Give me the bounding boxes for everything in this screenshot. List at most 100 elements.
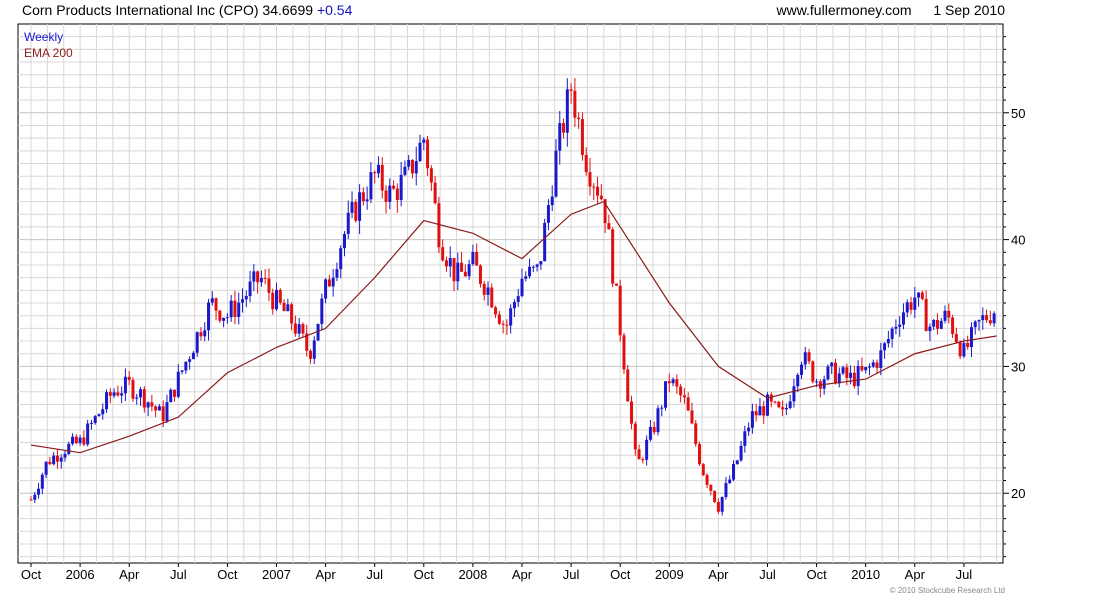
candle-body <box>947 310 951 318</box>
candle-body <box>728 479 732 484</box>
candle-body <box>33 494 37 500</box>
candle-body <box>667 381 671 384</box>
candle-body <box>278 289 282 303</box>
candle-body <box>943 310 947 321</box>
candle-body <box>108 392 112 396</box>
candle-body <box>826 366 830 380</box>
candle-body <box>626 369 630 402</box>
candle-body <box>509 308 513 326</box>
candle-body <box>290 304 294 324</box>
candle-body <box>433 182 437 204</box>
candle-body <box>596 186 600 196</box>
candle-body <box>977 320 981 322</box>
candle-body <box>920 292 924 299</box>
x-tick-label: Apr <box>905 567 926 582</box>
candle-body <box>358 192 362 221</box>
candle-body <box>78 437 82 444</box>
candle-body <box>845 367 849 378</box>
candle-body <box>917 292 921 298</box>
candle-body <box>539 261 543 265</box>
candle-body <box>63 453 67 458</box>
candle-body <box>259 278 263 283</box>
candle-body <box>769 394 773 402</box>
x-tick-label: Jul <box>563 567 580 582</box>
candle-body <box>773 401 777 403</box>
candle-body <box>361 192 365 202</box>
candle-body <box>792 386 796 402</box>
candle-body <box>807 352 811 362</box>
candle-body <box>909 302 913 310</box>
candle-body <box>486 287 490 295</box>
candle-body <box>747 427 751 432</box>
candle-body <box>871 362 875 367</box>
candle-body <box>331 277 335 287</box>
candle-body <box>157 406 161 411</box>
plot-frame <box>17 23 1004 564</box>
candle-body <box>652 426 656 433</box>
candle-body <box>312 340 316 359</box>
candle-body <box>883 343 887 351</box>
candle-body <box>758 406 762 416</box>
candle-body <box>241 299 245 303</box>
candle-body <box>267 278 271 293</box>
candle-body <box>173 389 177 397</box>
x-tick-label: Oct <box>21 567 42 582</box>
candle-body <box>101 409 105 415</box>
candle-body <box>71 436 75 444</box>
candle-body <box>592 186 596 188</box>
candle-body <box>271 292 275 310</box>
candle-body <box>384 190 388 202</box>
candle-body <box>478 265 482 284</box>
candle-body <box>139 389 143 398</box>
candle-body <box>195 332 199 353</box>
candle-body <box>833 362 837 384</box>
candle-body <box>74 436 78 444</box>
candle-body <box>546 205 550 223</box>
candle-body <box>599 195 603 200</box>
candle-body <box>505 324 509 326</box>
candle-body <box>161 406 165 422</box>
candle-body <box>67 443 71 454</box>
x-tick-label: Apr <box>512 567 533 582</box>
candle-body <box>830 362 834 367</box>
candle-body <box>86 423 90 445</box>
candle-body <box>630 401 634 424</box>
candle-body <box>441 247 445 261</box>
candle-body <box>395 188 399 200</box>
candle-body <box>743 431 747 446</box>
candle-body <box>754 411 758 416</box>
candle-body <box>584 154 588 173</box>
x-tick-label: Apr <box>708 567 729 582</box>
chart-grid <box>17 23 1004 564</box>
candle-body <box>988 320 992 324</box>
candle-body <box>460 262 464 272</box>
candle-body <box>327 279 331 287</box>
candle-body <box>966 342 970 348</box>
candle-body <box>365 199 369 202</box>
candle-body <box>645 439 649 460</box>
candle-body <box>558 123 562 151</box>
candle-body <box>671 379 675 384</box>
candle-body <box>580 119 584 155</box>
candle-body <box>705 475 709 485</box>
candle-body <box>524 276 528 279</box>
candle-body <box>293 323 297 334</box>
candle-body <box>531 266 535 268</box>
candle-body <box>939 320 943 329</box>
candle-body <box>199 332 203 337</box>
candle-body <box>618 285 622 336</box>
price-chart: Oct 2006 Apr Jul Oct 2007 Apr Jul Oct 2008 Apr Jul O… <box>17 23 1025 582</box>
candle-body <box>875 362 879 368</box>
candle-body <box>864 367 868 371</box>
candle-body <box>354 201 358 221</box>
candle-body <box>535 264 539 267</box>
candle-body <box>52 455 56 465</box>
candle-body <box>690 410 694 424</box>
candle-body <box>452 258 456 282</box>
x-tick-label: 2009 <box>655 567 684 582</box>
candle-body <box>210 298 214 303</box>
candle-body <box>781 407 785 410</box>
candle-body <box>879 350 883 368</box>
candle-body <box>550 196 554 206</box>
candle-body <box>905 302 909 313</box>
